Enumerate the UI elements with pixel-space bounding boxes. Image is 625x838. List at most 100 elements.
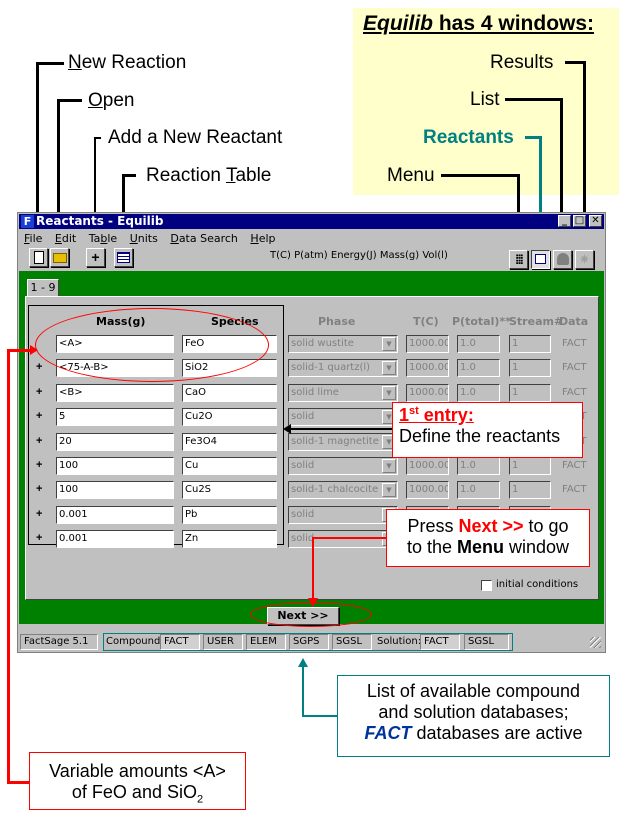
callout-text: Variable amounts <A> <box>49 761 226 781</box>
phase-select[interactable]: solid-1 chalcocite ▼ <box>288 481 398 500</box>
mass-input[interactable]: <B> <box>56 383 174 402</box>
mass-input[interactable]: 20 <box>56 432 174 451</box>
mass-input[interactable]: 5 <box>56 408 174 427</box>
list-label: List <box>470 89 500 110</box>
initial-conditions-checkbox[interactable] <box>481 580 492 591</box>
callout-text: of FeO and SiO2 <box>30 782 245 806</box>
menu-units[interactable]: Units <box>130 232 158 245</box>
phase-select[interactable]: solid▼ <box>288 505 398 524</box>
compound-db-elem[interactable]: ELEM <box>246 634 286 650</box>
fact-emphasis: FACT <box>364 723 412 743</box>
compound-db-sgsl[interactable]: SGSL <box>332 634 372 650</box>
phase-select[interactable]: solid lime ▼ <box>288 383 398 402</box>
species-input[interactable]: Fe3O4 <box>182 432 277 451</box>
stream-input[interactable]: 1 <box>509 481 551 500</box>
chevron-down-icon[interactable]: ▼ <box>382 459 396 473</box>
pressure-input[interactable]: 1.0 <box>457 359 500 378</box>
chevron-down-icon[interactable]: ▼ <box>382 483 396 498</box>
menu-data-search[interactable]: Data Search <box>170 232 238 245</box>
subscript: 2 <box>196 793 204 806</box>
callout-text: Press <box>407 516 459 536</box>
leader-line <box>302 665 304 716</box>
phase-select[interactable]: solid▼ <box>288 408 398 427</box>
chevron-down-icon[interactable]: ▼ <box>382 385 396 400</box>
menu-table[interactable]: Table <box>89 232 117 245</box>
open-button[interactable] <box>50 248 69 267</box>
compound-db-sgps[interactable]: SGPS <box>289 634 329 650</box>
results-window-button[interactable]: ✷ <box>575 250 594 269</box>
list-window-button[interactable] <box>553 250 572 269</box>
phase-value: solid-1 quartz(l) <box>291 362 371 374</box>
species-input[interactable]: CaO <box>182 383 277 402</box>
stream-input[interactable]: 1 <box>509 457 551 475</box>
species-input[interactable]: Cu <box>182 457 277 475</box>
mass-input[interactable]: 0.001 <box>56 505 174 524</box>
leader-line <box>7 781 31 784</box>
solution-db-fact[interactable]: FACT <box>420 634 460 650</box>
compound-db-fact[interactable]: FACT <box>160 634 200 650</box>
menu-label: elp <box>258 232 276 245</box>
plus-sign: + <box>36 459 43 471</box>
temperature-input[interactable]: 1000.00 <box>406 335 449 353</box>
stream-input[interactable]: 1 <box>509 383 551 402</box>
mass-input[interactable]: 0.001 <box>56 530 174 549</box>
header-ptotal: P(total)** <box>452 315 511 328</box>
callout-text: FACT databases are active <box>338 723 609 744</box>
leader-line <box>441 174 519 177</box>
phase-select[interactable]: solid wustite ▼ <box>288 335 398 353</box>
reactants-window-button[interactable] <box>531 250 550 269</box>
species-input[interactable]: Cu2S <box>182 481 277 500</box>
menu-window-button[interactable]: ⁞⁞⁞ <box>509 250 528 269</box>
phase-select[interactable]: solid▼ <box>288 530 398 549</box>
species-input[interactable]: Cu2O <box>182 408 277 427</box>
resize-grip-icon[interactable] <box>590 637 601 648</box>
chevron-down-icon[interactable]: ▼ <box>382 361 396 376</box>
mass-input[interactable]: 100 <box>56 481 174 500</box>
list-icon <box>556 253 569 265</box>
temperature-input[interactable]: 1000.00 <box>406 359 449 378</box>
tab-1-9[interactable]: 1 - 9 <box>27 279 59 297</box>
phase-value: solid <box>291 533 315 545</box>
title-text: has 4 windows: <box>433 12 595 35</box>
database-list-callout: List of available compound and solution … <box>337 675 610 757</box>
pressure-input[interactable]: 1.0 <box>457 457 500 475</box>
menu-label: Menu <box>387 165 435 186</box>
press-next-line2: to the Menu window <box>387 537 589 558</box>
temperature-input[interactable]: 1000.00 <box>406 457 449 475</box>
phase-select[interactable]: solid▼ <box>288 457 398 475</box>
new-reaction-button[interactable] <box>29 248 48 267</box>
data-source-label: FACT <box>562 386 587 398</box>
annotation-text: able <box>235 165 272 186</box>
solution-db-sgsl[interactable]: SGSL <box>464 634 509 650</box>
menu-file[interactable]: File <box>24 232 42 245</box>
temperature-input[interactable]: 1000.00 <box>406 383 449 402</box>
menu-help[interactable]: Help <box>250 232 275 245</box>
add-reactant-button[interactable]: + <box>86 248 105 267</box>
pressure-input[interactable]: 1.0 <box>457 383 500 402</box>
stream-input[interactable]: 1 <box>509 359 551 378</box>
reactant-row: +100 Cu2S solid-1 chalcocite ▼ 1000.00 1.0 1 FA… <box>26 481 600 501</box>
title-bar[interactable]: F Reactants - Equilib _ □ ✕ <box>19 214 604 229</box>
temperature-input[interactable]: 1000.00 <box>406 481 449 500</box>
phase-select[interactable]: solid-1 quartz(l) ▼ <box>288 359 398 378</box>
chevron-down-icon[interactable]: ▼ <box>382 337 396 351</box>
leader-line <box>312 537 314 599</box>
pressure-input[interactable]: 1.0 <box>457 335 500 353</box>
species-input[interactable]: Zn <box>182 530 277 549</box>
minimize-button[interactable]: _ <box>558 215 571 227</box>
mnemonic: O <box>88 90 103 111</box>
phase-select[interactable]: solid-1 magnetite ▼ <box>288 432 398 451</box>
pressure-input[interactable]: 1.0 <box>457 481 500 500</box>
reaction-table-button[interactable] <box>114 248 133 267</box>
plus-sign: + <box>36 385 43 398</box>
mass-input[interactable]: 100 <box>56 457 174 475</box>
species-input[interactable]: Pb <box>182 505 277 524</box>
windows-info-title: Equilib has 4 windows: <box>363 12 594 36</box>
compound-label: Compound: <box>106 636 164 647</box>
maximize-button[interactable]: □ <box>573 215 586 227</box>
data-source-label: FACT <box>562 484 587 496</box>
close-button[interactable]: ✕ <box>589 215 602 227</box>
compound-db-user[interactable]: USER <box>203 634 243 650</box>
stream-input[interactable]: 1 <box>509 335 551 353</box>
menu-edit[interactable]: Edit <box>55 232 76 245</box>
